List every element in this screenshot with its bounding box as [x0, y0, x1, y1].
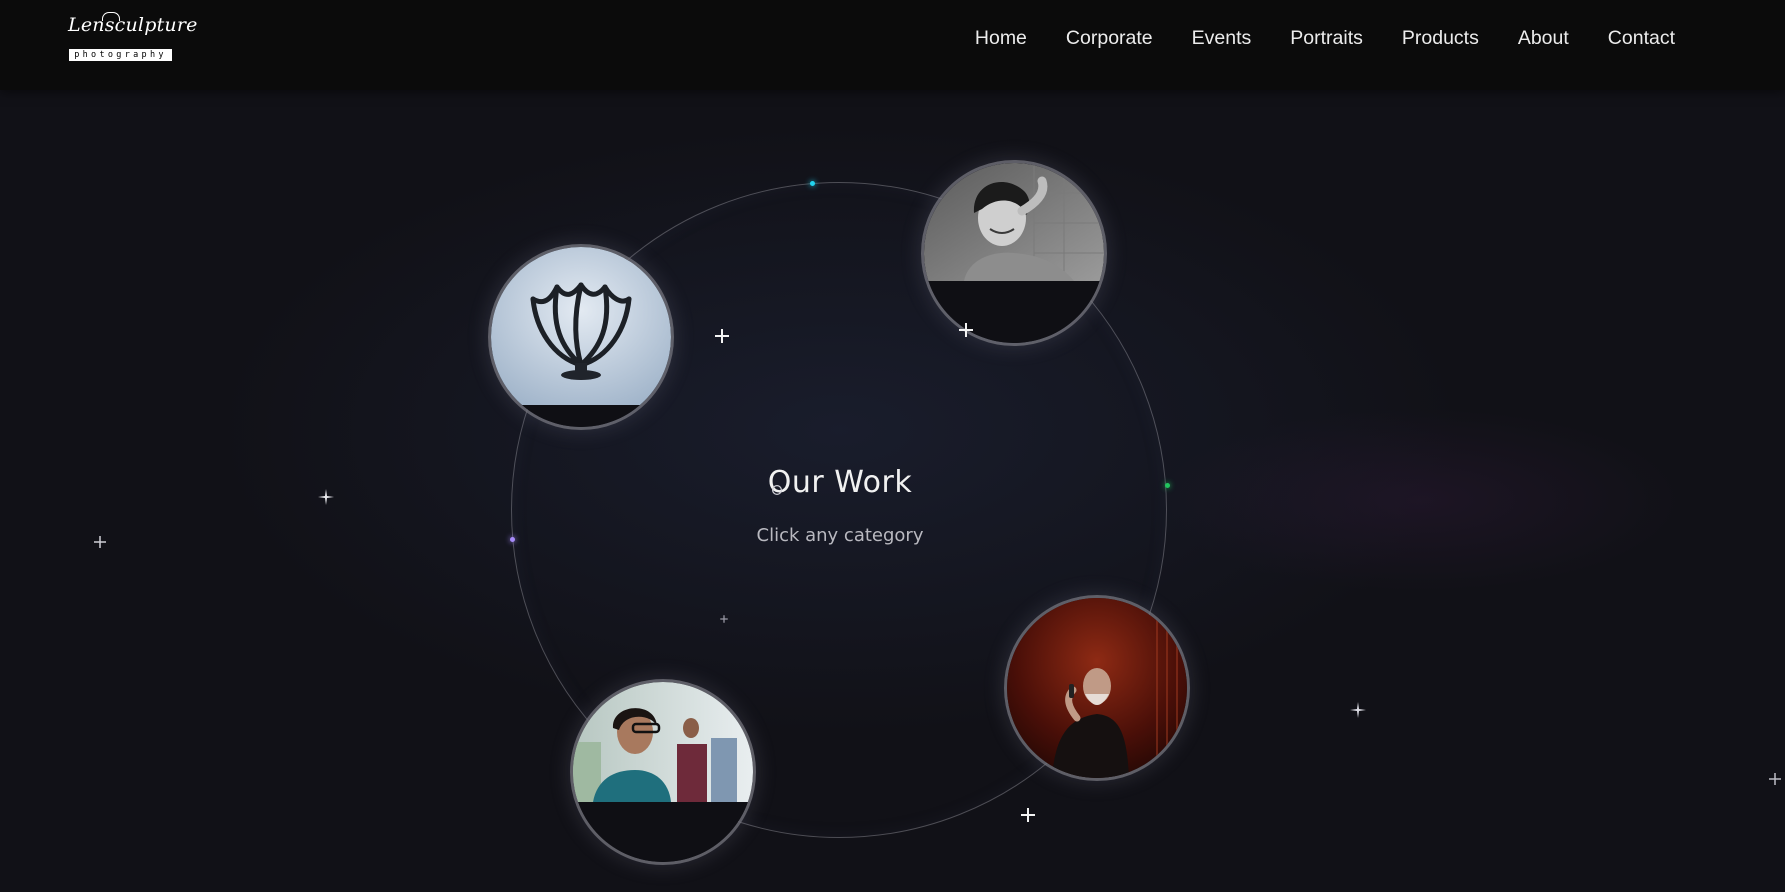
sparkle-icon [1021, 808, 1035, 822]
sparkle-icon [720, 615, 728, 623]
nav-corporate[interactable]: Corporate [1066, 27, 1153, 50]
sparkle-icon [318, 489, 334, 505]
sparkle-icon [771, 484, 783, 496]
brand-logo[interactable]: Lensculpture photography [68, 12, 197, 64]
page: Lensculpture photography Home Corporate … [0, 0, 1785, 892]
category-corporate-photo[interactable] [570, 679, 756, 865]
corporate-image [573, 682, 753, 862]
top-navbar: Lensculpture photography Home Corporate … [0, 0, 1785, 90]
orbit-dot-cyan [810, 181, 815, 186]
nav-contact[interactable]: Contact [1608, 27, 1675, 50]
sparkle-icon [959, 323, 973, 337]
category-portraits-photo[interactable] [921, 160, 1107, 346]
main-nav: Home Corporate Events Portraits Products… [975, 27, 1675, 50]
nav-portraits[interactable]: Portraits [1290, 27, 1363, 50]
category-products-photo[interactable] [488, 244, 674, 430]
orbit-dot-green [1165, 483, 1170, 488]
sparkle-icon [715, 329, 729, 343]
category-events-photo[interactable] [1004, 595, 1190, 781]
nav-about[interactable]: About [1518, 27, 1569, 50]
brand-tagline: photography [69, 49, 172, 61]
event-singer-image [1007, 598, 1187, 778]
nav-events[interactable]: Events [1192, 27, 1252, 50]
nav-home[interactable]: Home [975, 27, 1027, 50]
sparkle-icon [94, 536, 106, 548]
orbit-dot-purple [510, 537, 515, 542]
brand-name: Lensculpture [68, 14, 198, 36]
nav-products[interactable]: Products [1402, 27, 1479, 50]
section-subtitle: Click any category [756, 525, 924, 546]
sparkle-icon [1769, 773, 1781, 785]
portrait-image [924, 163, 1104, 343]
sparkle-icon [1350, 702, 1366, 718]
section-title: Our Work [767, 465, 913, 500]
product-bowl-image [491, 247, 671, 427]
